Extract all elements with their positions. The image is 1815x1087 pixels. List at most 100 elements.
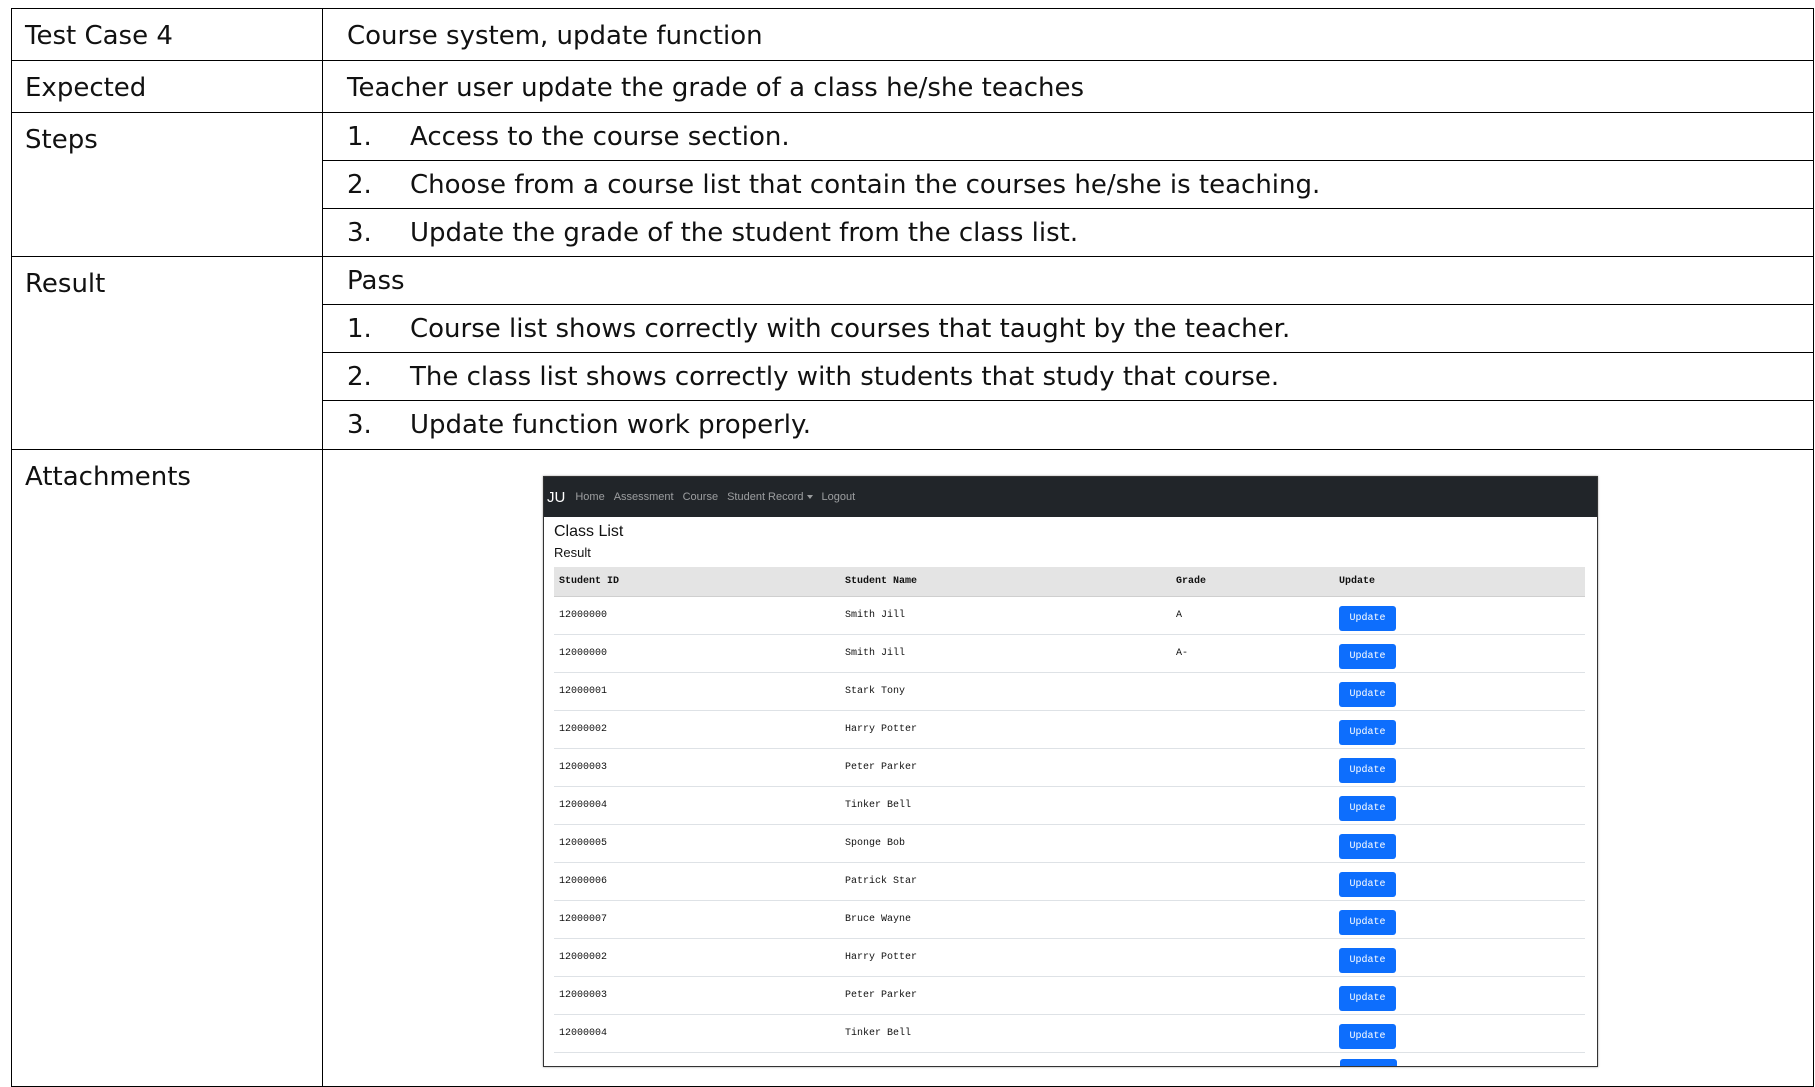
column-header-student-name: Student Name bbox=[840, 567, 1171, 597]
table-row: 12000003 Peter Parker Update bbox=[554, 976, 1585, 1015]
table-row: 12000004 Tinker Bell Update bbox=[554, 786, 1585, 825]
step-number: 1. bbox=[347, 121, 372, 152]
result-status: Pass bbox=[347, 265, 405, 296]
result-row: Result Pass 1. Course list shows correct… bbox=[11, 256, 1814, 450]
update-button[interactable]: Update bbox=[1339, 909, 1396, 935]
update-cell: Update bbox=[1334, 634, 1585, 673]
step-text: Update the grade of the student from the… bbox=[410, 217, 1079, 248]
nav-link-course[interactable]: Course bbox=[683, 491, 718, 503]
step-number: 3. bbox=[347, 217, 372, 248]
table-row: 12000005 Sponge Bob Update bbox=[554, 824, 1585, 863]
student-name-cell: Peter Parker bbox=[840, 976, 1171, 1015]
update-cell: Update bbox=[1334, 976, 1585, 1015]
result-cell: Pass 1. Course list shows correctly with… bbox=[322, 256, 1814, 450]
test-case-title-cell: Course system, update function bbox=[322, 8, 1814, 61]
student-id-cell: 12000004 bbox=[554, 1014, 840, 1053]
app-navbar: JU Home Assessment Course Student Record… bbox=[544, 477, 1597, 517]
steps-row: Steps 1. Access to the course section. 2… bbox=[11, 112, 1814, 257]
result-text: The class list shows correctly with stud… bbox=[410, 361, 1280, 392]
update-cell: Update bbox=[1334, 900, 1585, 939]
update-button[interactable]: Update bbox=[1339, 1023, 1396, 1049]
steps-label: Steps bbox=[25, 125, 98, 155]
steps-label-cell: Steps bbox=[11, 112, 323, 257]
student-id-cell: 12000003 bbox=[554, 976, 840, 1015]
update-button-partial[interactable] bbox=[1340, 1059, 1397, 1066]
update-button[interactable]: Update bbox=[1339, 795, 1396, 821]
attachments-label-cell: Attachments bbox=[11, 449, 323, 1087]
update-button[interactable]: Update bbox=[1339, 605, 1396, 631]
update-cell: Update bbox=[1334, 786, 1585, 825]
student-name-cell: Harry Potter bbox=[840, 710, 1171, 749]
update-button[interactable]: Update bbox=[1339, 947, 1396, 973]
nav-link-assessment[interactable]: Assessment bbox=[614, 491, 674, 503]
update-button[interactable]: Update bbox=[1339, 985, 1396, 1011]
test-case-row: Test Case 4 Course system, update functi… bbox=[11, 8, 1814, 61]
grade-cell bbox=[1171, 1014, 1334, 1053]
app-brand[interactable]: JU bbox=[547, 489, 565, 506]
student-name-cell: Smith Jill bbox=[840, 634, 1171, 673]
nav-link-logout[interactable]: Logout bbox=[822, 491, 856, 503]
update-button[interactable]: Update bbox=[1339, 719, 1396, 745]
step-item: 1. Access to the course section. bbox=[323, 113, 1813, 161]
column-header-update: Update bbox=[1334, 567, 1585, 597]
expected-row: Expected Teacher user update the grade o… bbox=[11, 60, 1814, 113]
student-name-cell: Patrick Star bbox=[840, 862, 1171, 901]
class-list-body: 12000000 Smith Jill A Update 12000000 Smith J… bbox=[554, 596, 1585, 1053]
result-item: 1. Course list shows correctly with cour… bbox=[323, 305, 1813, 353]
update-button[interactable]: Update bbox=[1339, 681, 1396, 707]
table-row: 12000003 Peter Parker Update bbox=[554, 748, 1585, 787]
nav-link-home[interactable]: Home bbox=[575, 491, 604, 503]
grade-cell bbox=[1171, 938, 1334, 977]
table-header-row: Student ID Student Name Grade Update bbox=[554, 567, 1585, 597]
nav-dropdown-student-record[interactable]: Student Record bbox=[727, 491, 813, 503]
student-id-cell: 12000001 bbox=[554, 672, 840, 711]
attachments-label: Attachments bbox=[25, 462, 191, 492]
grade-cell bbox=[1171, 900, 1334, 939]
expected-label: Expected bbox=[25, 73, 147, 103]
table-row: 12000002 Harry Potter Update bbox=[554, 938, 1585, 977]
grade-cell bbox=[1171, 672, 1334, 711]
student-id-cell: 12000000 bbox=[554, 596, 840, 635]
result-text: Update function work properly. bbox=[410, 409, 811, 440]
student-name-cell: Sponge Bob bbox=[840, 824, 1171, 863]
grade-cell bbox=[1171, 862, 1334, 901]
result-text: Course list shows correctly with courses… bbox=[410, 313, 1291, 344]
page-title: Class List bbox=[554, 523, 624, 540]
caret-down-icon bbox=[806, 495, 813, 499]
table-row: 12000002 Harry Potter Update bbox=[554, 710, 1585, 749]
column-header-student-id: Student ID bbox=[554, 567, 840, 597]
update-button[interactable]: Update bbox=[1339, 871, 1396, 897]
result-item: 2. The class list shows correctly with s… bbox=[323, 353, 1813, 401]
update-button[interactable]: Update bbox=[1339, 643, 1396, 669]
expected-text: Teacher user update the grade of a class… bbox=[347, 73, 1085, 103]
student-name-cell: Tinker Bell bbox=[840, 786, 1171, 825]
update-button[interactable]: Update bbox=[1339, 833, 1396, 859]
student-id-cell: 12000004 bbox=[554, 786, 840, 825]
student-id-cell: 12000003 bbox=[554, 748, 840, 787]
step-number: 2. bbox=[347, 169, 372, 200]
grade-cell: A bbox=[1171, 596, 1334, 635]
step-text: Choose from a course list that contain t… bbox=[410, 169, 1321, 200]
grade-cell bbox=[1171, 976, 1334, 1015]
grade-cell bbox=[1171, 824, 1334, 863]
student-id-cell: 12000002 bbox=[554, 938, 840, 977]
table-row: 12000004 Tinker Bell Update bbox=[554, 1014, 1585, 1053]
expected-label-cell: Expected bbox=[11, 60, 323, 113]
update-cell: Update bbox=[1334, 938, 1585, 977]
update-button[interactable]: Update bbox=[1339, 757, 1396, 783]
student-name-cell: Peter Parker bbox=[840, 748, 1171, 787]
student-id-cell: 12000002 bbox=[554, 710, 840, 749]
steps-cell: 1. Access to the course section. 2. Choo… bbox=[322, 112, 1814, 257]
table-row: 12000007 Bruce Wayne Update bbox=[554, 900, 1585, 939]
page-subtitle: Result bbox=[554, 545, 591, 560]
result-number: 1. bbox=[347, 313, 372, 344]
result-number: 3. bbox=[347, 409, 372, 440]
update-cell: Update bbox=[1334, 710, 1585, 749]
result-status-line: Pass bbox=[323, 257, 1813, 305]
result-item: 3. Update function work properly. bbox=[323, 401, 1813, 448]
step-item: 3. Update the grade of the student from … bbox=[323, 209, 1813, 256]
table-row: 12000001 Stark Tony Update bbox=[554, 672, 1585, 711]
update-cell: Update bbox=[1334, 862, 1585, 901]
grade-cell: A- bbox=[1171, 634, 1334, 673]
result-number: 2. bbox=[347, 361, 372, 392]
